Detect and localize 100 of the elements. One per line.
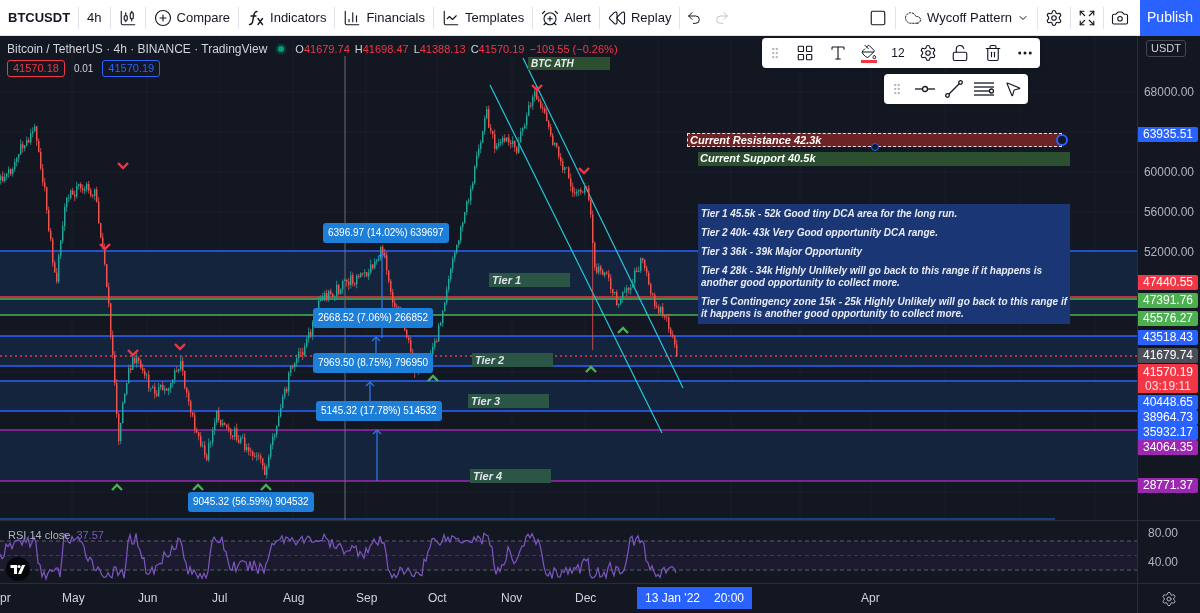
- text-icon[interactable]: [828, 44, 847, 62]
- price-text: 41570.19: [1142, 364, 1194, 379]
- ohlc-label: C: [470, 41, 479, 57]
- plus-circle-icon: [153, 8, 172, 27]
- price-label: 28771.37: [1138, 478, 1198, 493]
- note-text: Tier 5 Contingency zone 15k - 25k Highly Unlikely will go back to this range if it happens is another good opportunity to collect more.: [701, 296, 1067, 320]
- ohlc-value: 41698.47: [362, 41, 409, 57]
- down-chevron-icon: [578, 167, 590, 175]
- measure-label: 6396.97 (14.02%) 639697: [323, 223, 449, 243]
- toolbar-button[interactable]: Indicators: [239, 0, 335, 35]
- time-axis-label: Jul: [212, 591, 228, 606]
- toolbar-button[interactable]: Templates: [433, 0, 533, 35]
- rewind-icon: [607, 8, 626, 27]
- annotation-box: Current Resistance 42.3k: [687, 133, 1062, 147]
- time-axis-label: Sep: [356, 591, 378, 606]
- toolbar-button[interactable]: Alert: [533, 0, 599, 35]
- indicator-value: 37.57: [76, 528, 104, 543]
- toolbar-button[interactable]: Compare: [145, 0, 239, 35]
- axis-tick-label: 60000.00: [1143, 164, 1194, 180]
- down-chevron-icon: [127, 349, 139, 357]
- unlocked-icon[interactable]: [951, 44, 970, 62]
- symbol-button[interactable]: BTCUSDT: [0, 0, 79, 35]
- time-axis-label: Dec: [575, 591, 597, 606]
- layout-button[interactable]: Wycoff Pattern: [896, 0, 1037, 35]
- time-axis-label: Nov: [501, 591, 523, 606]
- cursor-icon[interactable]: [1004, 80, 1022, 98]
- settings-icon[interactable]: [919, 44, 937, 62]
- trend-line-icon[interactable]: [945, 80, 963, 98]
- price-label: 35932.17: [1138, 425, 1198, 440]
- ohlc-label: L: [413, 41, 420, 57]
- annotation-box: Current Support 40.5k: [698, 152, 1070, 166]
- time-axis-label: Jun: [138, 591, 158, 606]
- axis-tick-label: 52000.00: [1143, 244, 1194, 260]
- time-axis-label: pr: [0, 591, 11, 606]
- tier-label: Tier 2: [472, 353, 553, 367]
- candlestick-icon[interactable]: [118, 8, 137, 27]
- tier-label: Tier 1: [489, 273, 570, 287]
- spread-value: 0.01: [72, 62, 95, 76]
- horizontal-line-icon[interactable]: [914, 84, 935, 94]
- toolbar-button[interactable]: Financials: [335, 0, 433, 35]
- measure-label: 9045.32 (56.59%) 904532: [188, 492, 314, 512]
- time-axis-label: May: [62, 591, 85, 606]
- ohlc-value: 41679.74: [303, 41, 350, 57]
- time-axis-label: Aug: [283, 591, 305, 606]
- line-chart-icon: [441, 8, 460, 27]
- price-label: 40448.65: [1138, 395, 1198, 410]
- price-label: 43518.43: [1138, 330, 1198, 345]
- tier-label: Tier 3: [468, 394, 549, 408]
- axis-tick-label: 80.00: [1148, 525, 1179, 541]
- tier-label: Tier 4: [470, 469, 551, 483]
- publish-button[interactable]: Publish: [1140, 0, 1200, 36]
- trash-icon[interactable]: [983, 44, 1002, 62]
- measure-arrow: [372, 429, 382, 482]
- function-icon: [247, 8, 266, 27]
- camera-icon[interactable]: [1111, 8, 1129, 27]
- ohlc-label: H: [354, 41, 363, 57]
- axis-tick-label: 40.00: [1148, 554, 1179, 570]
- settings-icon[interactable]: [1045, 8, 1063, 27]
- time-axis-label: Apr: [861, 591, 880, 606]
- ohlc-value: 41570.19: [478, 41, 525, 57]
- undo-icon[interactable]: [686, 9, 703, 26]
- paint-bucket-icon[interactable]: [861, 43, 877, 63]
- price-label: 63935.51: [1138, 127, 1198, 142]
- up-chevron-icon: [617, 326, 629, 334]
- ohlc-label: O: [295, 41, 304, 57]
- price-label: 38964.73: [1138, 410, 1198, 425]
- font-size-value[interactable]: 12: [891, 44, 905, 62]
- grid-icon[interactable]: [796, 44, 815, 62]
- resize-handle-icon[interactable]: [871, 143, 879, 151]
- toolbar-button[interactable]: Replay: [599, 0, 680, 35]
- sell-price-button[interactable]: 41570.18: [7, 60, 65, 77]
- interval-button[interactable]: 4h: [79, 0, 110, 35]
- square-icon[interactable]: [869, 8, 888, 27]
- time-cursor-label: 13 Jan '22 20:00: [637, 587, 753, 609]
- up-chevron-icon: [111, 483, 123, 491]
- measure-label: 7969.50 (8.75%) 796950: [313, 353, 434, 373]
- logo-icon: [6, 557, 30, 581]
- measure-label: 2668.52 (7.06%) 266852: [313, 308, 434, 328]
- indicator-title: RSI 14 close: [8, 528, 71, 543]
- price-change: −109.55 (−0.26%): [529, 41, 618, 57]
- up-chevron-icon: [260, 483, 272, 491]
- countdown-text: 03:19:11: [1145, 378, 1191, 393]
- up-chevron-icon: [585, 365, 597, 373]
- note-text: Tier 2 40k- 43k Very Good opportunity DCA range.: [701, 227, 939, 239]
- price-label: 47440.55: [1138, 275, 1198, 290]
- price-label: 47391.76: [1138, 293, 1198, 308]
- price-label: 45576.27: [1138, 311, 1198, 326]
- measure-label: 5145.32 (17.78%) 514532: [316, 401, 442, 421]
- parallel-lines-icon[interactable]: [973, 81, 994, 97]
- axis-tick-label: 56000.00: [1143, 204, 1194, 220]
- fullscreen-icon[interactable]: [1078, 8, 1096, 27]
- note-text: Tier 4 28k - 34k Highly Unlikely will go back to this range if it happens is another good opportunity to collect more.: [701, 265, 1044, 289]
- settings-icon[interactable]: [1161, 590, 1177, 607]
- price-label: 41679.74: [1138, 348, 1198, 363]
- ohlc-value: 41388.13: [419, 41, 466, 57]
- buy-price-button[interactable]: 41570.19: [102, 60, 161, 77]
- note-text: Tier 3 36k - 39k Major Opportunity: [701, 246, 864, 258]
- down-chevron-icon: [174, 343, 186, 351]
- down-chevron-icon: [531, 84, 543, 92]
- currency-button[interactable]: USDT: [1146, 40, 1186, 57]
